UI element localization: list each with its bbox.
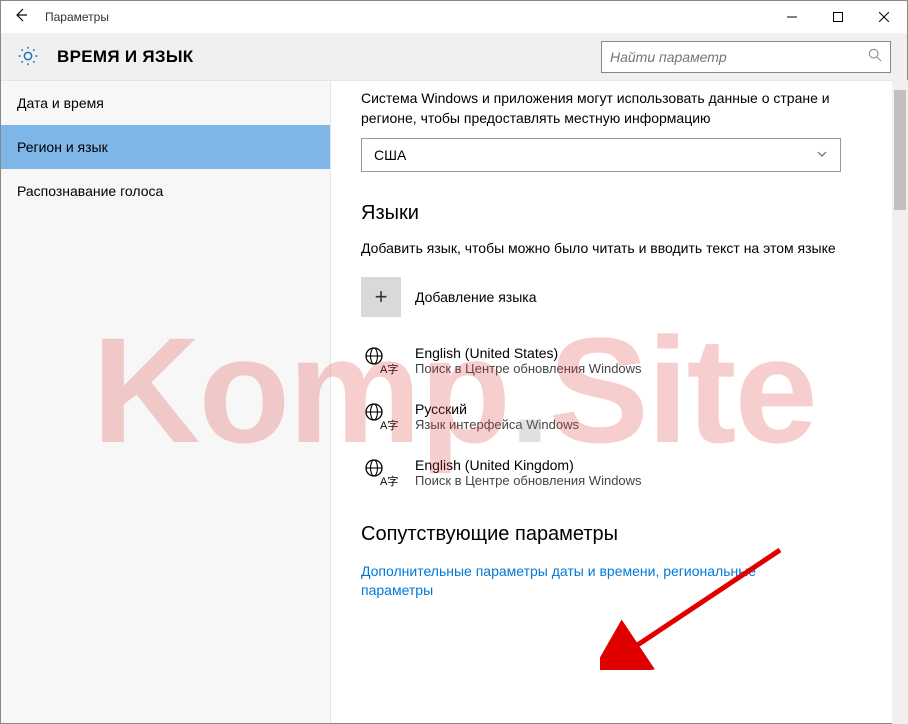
maximize-button[interactable] <box>815 1 861 33</box>
content: Система Windows и приложения могут испол… <box>331 81 907 723</box>
titlebar: Параметры <box>1 1 907 33</box>
sidebar: Дата и время Регион и язык Распознавание… <box>1 81 331 723</box>
scrollbar-thumb[interactable] <box>894 90 906 210</box>
language-item-en-gb[interactable]: A字 English (United Kingdom) Поиск в Цент… <box>361 453 877 493</box>
language-sub: Поиск в Центре обновления Windows <box>415 473 642 488</box>
search-icon <box>868 48 882 65</box>
sidebar-item-speech[interactable]: Распознавание голоса <box>1 169 330 213</box>
search-box[interactable] <box>601 41 891 73</box>
sidebar-item-date-time[interactable]: Дата и время <box>1 81 330 125</box>
minimize-button[interactable] <box>769 1 815 33</box>
back-button[interactable] <box>1 7 41 28</box>
region-description: Система Windows и приложения могут испол… <box>361 89 877 128</box>
region-dropdown[interactable]: США <box>361 138 841 172</box>
svg-text:A字: A字 <box>380 474 398 488</box>
language-icon: A字 <box>361 399 401 435</box>
body: Дата и время Регион и язык Распознавание… <box>1 81 907 723</box>
language-item-en-us[interactable]: A字 English (United States) Поиск в Центр… <box>361 341 877 381</box>
language-sub: Поиск в Центре обновления Windows <box>415 361 642 376</box>
languages-description: Добавить язык, чтобы можно было читать и… <box>361 239 877 259</box>
search-input[interactable] <box>610 49 868 65</box>
close-button[interactable] <box>861 1 907 33</box>
related-section: Сопутствующие параметры Дополнительные п… <box>361 523 877 601</box>
language-name: English (United Kingdom) <box>415 457 642 473</box>
language-name: Русский <box>415 401 579 417</box>
window-controls <box>769 1 907 33</box>
languages-heading: Языки <box>361 202 877 225</box>
scrollbar[interactable] <box>892 80 908 724</box>
svg-text:A字: A字 <box>380 418 398 432</box>
plus-icon: + <box>361 277 401 317</box>
language-icon: A字 <box>361 343 401 379</box>
language-name: English (United States) <box>415 345 642 361</box>
sidebar-item-region-language[interactable]: Регион и язык <box>1 125 330 169</box>
related-link[interactable]: Дополнительные параметры даты и времени,… <box>361 562 801 601</box>
svg-text:A字: A字 <box>380 362 398 376</box>
settings-window: Параметры ВРЕМЯ И ЯЗЫК Дата и время Реги… <box>0 0 908 724</box>
language-sub: Язык интерфейса Windows <box>415 417 579 432</box>
language-icon: A字 <box>361 455 401 491</box>
add-language-label: Добавление языка <box>415 289 537 305</box>
chevron-down-icon <box>816 147 828 163</box>
page-title: ВРЕМЯ И ЯЗЫК <box>57 47 601 67</box>
window-title: Параметры <box>41 10 769 24</box>
region-dropdown-value: США <box>374 147 406 163</box>
related-heading: Сопутствующие параметры <box>361 523 877 546</box>
language-item-ru[interactable]: A字 Русский Язык интерфейса Windows <box>361 397 877 437</box>
gear-icon <box>17 45 41 69</box>
header: ВРЕМЯ И ЯЗЫК <box>1 33 907 81</box>
add-language-button[interactable]: + Добавление языка <box>361 277 877 317</box>
